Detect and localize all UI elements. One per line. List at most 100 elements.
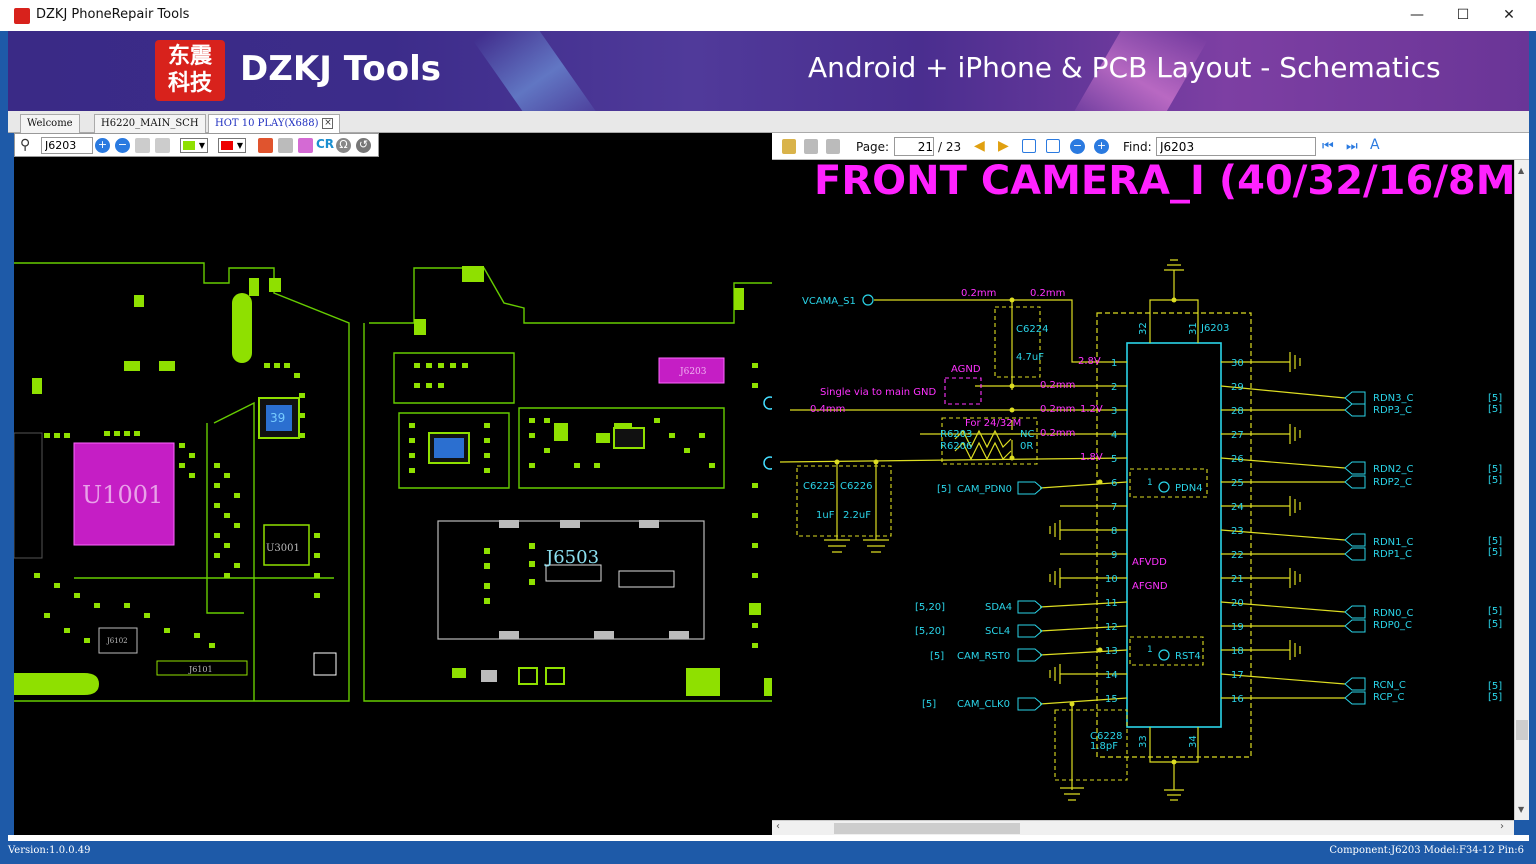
page-label: Page: [856,140,890,154]
fit-page-icon[interactable] [1046,139,1060,153]
close-tab-icon[interactable]: × [322,118,334,129]
pin-left-3: 3 [1111,406,1117,417]
zoom-out-icon[interactable]: − [115,138,130,153]
pin-left-7: 7 [1111,502,1117,513]
pin-left-12: 12 [1105,622,1118,633]
zoom-in-icon[interactable]: + [95,138,110,153]
scroll-down-icon[interactable]: ▼ [1518,805,1524,814]
horizontal-scrollbar[interactable]: ‹ › [772,820,1514,835]
c6225-value: 1uF [816,510,835,521]
history-icon[interactable]: ↺ [356,138,371,153]
u3001-label: U3001 [266,543,300,554]
r6203-value: NC [1020,429,1034,440]
pin-right-30: 30 [1231,358,1244,369]
pin-34: 34 [1188,735,1199,748]
vertical-scroll-thumb[interactable] [1516,720,1528,740]
tp-rst4: RST4 [1175,651,1201,662]
j6101-label: J6101 [188,665,213,674]
pad-39-label: 39 [270,411,285,425]
schematic-canvas[interactable]: FRONT CAMERA_I (40/32/16/8M J6203 32 31 … [772,160,1514,820]
app-icon [14,8,30,24]
maximize-button[interactable]: ☐ [1440,0,1486,31]
search-icon[interactable]: ⚲ [20,137,30,153]
minimize-button[interactable]: — [1394,0,1440,31]
scroll-up-icon[interactable]: ▲ [1518,166,1524,175]
next-page-icon[interactable]: ▶ [998,138,1009,154]
j6102-label: J6102 [106,637,128,645]
cr-icon[interactable]: CR [316,137,334,151]
net-rdp0: RDP0_C [1373,620,1412,631]
net-cam-clk: CAM_CLK0 [957,699,1010,710]
ref-rdp2: [5] [1488,475,1502,486]
close-button[interactable]: ✕ [1486,0,1532,31]
width-2: 0.2mm [1030,288,1065,299]
agnd-label: AGND [951,364,981,375]
net-rdp3: RDP3_C [1373,405,1412,416]
tab-welcome[interactable]: Welcome [20,114,80,133]
copy-page-icon[interactable] [804,139,818,154]
pin-right-21: 21 [1231,574,1244,585]
zoom-in-icon[interactable]: + [1094,139,1109,154]
pcb-toolbar: ⚲ + − ▼ ▼ CR Ω ↺ [14,133,379,157]
prev-page-icon[interactable]: ◀ [974,138,985,154]
find-prev-icon[interactable]: ⏮ [1322,139,1334,154]
net-cam-pdn: CAM_PDN0 [957,484,1012,495]
paste-icon[interactable] [155,138,170,153]
ref-rcp: [5] [1488,692,1502,703]
volt-2v8: 2.8V [1078,356,1101,367]
highlight-text-icon[interactable]: A [1370,137,1380,153]
find-next-icon[interactable]: ⏭ [1346,139,1358,154]
find-label: Find: [1123,140,1152,154]
ref-rst: [5] [930,651,944,662]
pin-left-10: 10 [1105,574,1118,585]
brand-logo: 东震 科技 [155,40,225,101]
zoom-out-icon[interactable]: − [1070,139,1085,154]
c6228-value: 1.8pF [1090,741,1118,752]
note-for-24-32m: For 24/32M [965,418,1021,429]
pin-right-22: 22 [1231,550,1244,561]
layer-icon[interactable] [258,138,273,153]
net-rdp2: RDP2_C [1373,477,1412,488]
vertical-scrollbar[interactable]: ▲ ▼ [1514,160,1529,820]
pin-left-13: 13 [1105,646,1118,657]
find-input[interactable] [1156,137,1316,156]
net-rdn0: RDN0_C [1373,608,1413,619]
ref-rdn1: [5] [1488,536,1502,547]
volt-1v2: 1.2V [1080,404,1103,415]
scroll-left-icon[interactable]: ‹ [776,821,780,832]
net-rdp1: RDP1_C [1373,549,1412,560]
copy-icon[interactable] [135,138,150,153]
c6226-value: 2.2uF [843,510,871,521]
pin-right-26: 26 [1231,454,1244,465]
scroll-right-icon[interactable]: › [1500,821,1504,832]
pcb-search-input[interactable] [41,137,93,154]
note-single-via: Single via to main GND [820,387,937,398]
page-total: / 23 [938,140,962,154]
ref-clk: [5] [922,699,936,710]
j6203-refdes: J6203 [1200,323,1229,334]
paste-page-icon[interactable] [826,139,840,154]
page-number-input[interactable] [894,137,934,156]
width-1: 0.2mm [961,288,996,299]
fit-width-icon[interactable] [1022,139,1036,153]
ref-rdn0: [5] [1488,606,1502,617]
open-file-icon[interactable] [782,139,796,154]
schematic-view[interactable]: FRONT CAMERA_I (40/32/16/8M J6203 32 31 … [772,160,1514,820]
ohm-icon[interactable]: Ω [336,138,351,153]
highlight-color-picker[interactable]: ▼ [218,138,246,153]
lock-icon[interactable] [278,138,293,153]
pcb-board-canvas[interactable]: U1001 39 U3001 J6203 J6503 J6102 J6101 [14,133,772,835]
tab-hot-10-play[interactable]: HOT 10 PLAY(X688) × [208,114,341,133]
c6224-ref: C6224 [1016,324,1048,335]
tab-h6220-main-sch[interactable]: H6220_MAIN_SCH [94,114,206,133]
pin-right-16: 16 [1231,694,1244,705]
width-4: 0.4mm [810,404,845,415]
pin-left-11: 11 [1105,598,1118,609]
list-icon[interactable] [298,138,313,153]
j6203-symbol[interactable] [1126,342,1222,728]
net-color-picker[interactable]: ▼ [180,138,208,153]
pcb-layout-view[interactable]: U1001 39 U3001 J6203 J6503 J6102 J6101 [14,133,772,835]
pin-33: 33 [1138,735,1149,748]
horizontal-scroll-thumb[interactable] [834,823,1020,834]
pin-right-24: 24 [1231,502,1244,513]
